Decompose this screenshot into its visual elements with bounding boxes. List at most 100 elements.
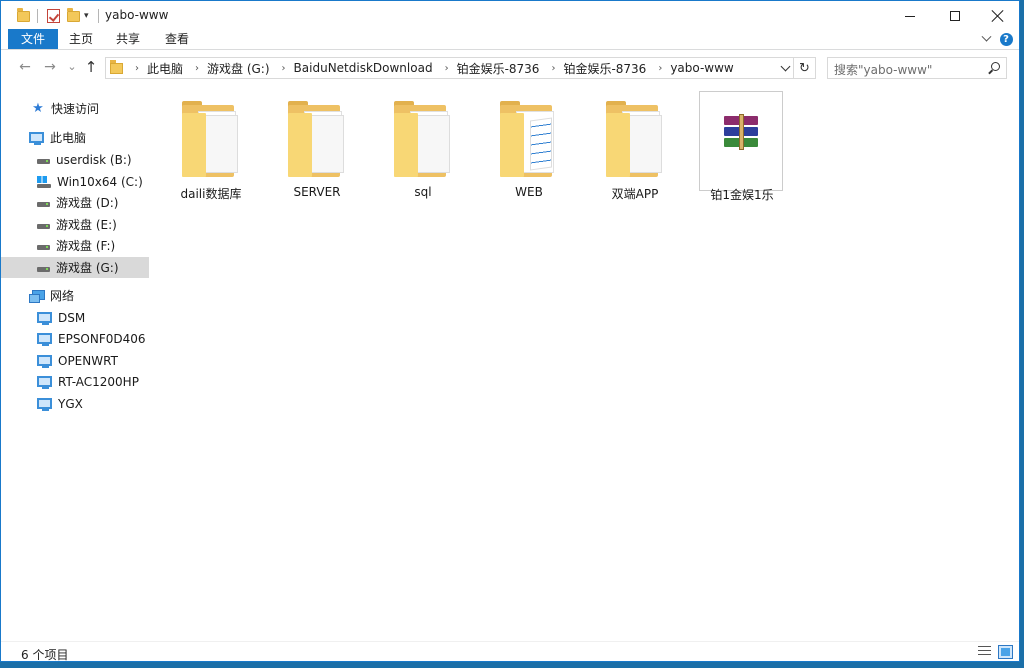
help-button[interactable]: ? bbox=[999, 32, 1013, 46]
chevron-right-icon[interactable]: › bbox=[195, 63, 199, 74]
breadcrumb-this-pc[interactable]: 此电脑 bbox=[147, 60, 183, 77]
back-button[interactable]: ← bbox=[16, 58, 34, 76]
properties-icon[interactable] bbox=[47, 9, 60, 23]
nav-network[interactable]: 网络 bbox=[1, 285, 149, 306]
nav-label: DSM bbox=[58, 310, 86, 325]
nav-drive-c[interactable]: Win10x64 (C:) bbox=[1, 171, 149, 192]
chevron-right-icon[interactable]: › bbox=[445, 63, 449, 74]
refresh-button[interactable]: ↻ bbox=[794, 57, 816, 79]
desktop-background bbox=[1020, 0, 1024, 668]
nav-label: 游戏盘 (E:) bbox=[56, 218, 117, 232]
chevron-down-icon bbox=[981, 31, 991, 42]
nav-network-rt-ac1200hp[interactable]: RT-AC1200HP bbox=[1, 371, 149, 392]
breadcrumb-platinum-1[interactable]: 铂金娱乐-8736 bbox=[457, 60, 540, 77]
maximize-button[interactable] bbox=[932, 1, 977, 31]
window-title: yabo-www bbox=[105, 8, 169, 22]
breadcrumb-baidunetdisk[interactable]: BaiduNetdiskDownload bbox=[294, 61, 433, 75]
file-name: sql bbox=[414, 185, 432, 199]
minimize-button[interactable] bbox=[887, 1, 932, 31]
recent-locations-button[interactable]: ⌄ bbox=[63, 58, 81, 76]
tab-view[interactable]: 查看 bbox=[157, 29, 197, 49]
toolbar-separator bbox=[37, 9, 38, 23]
ribbon-tabs: 文件 主页 共享 查看 ? bbox=[1, 29, 1019, 50]
nav-network-epson[interactable]: EPSONF0D406 bbox=[1, 328, 149, 349]
nav-drive-d[interactable]: 游戏盘 (D:) bbox=[1, 192, 149, 213]
breadcrumb-drive-g[interactable]: 游戏盘 (G:) bbox=[207, 60, 270, 77]
search-icon[interactable] bbox=[991, 62, 1000, 71]
nav-quick-access[interactable]: ★ 快速访问 bbox=[1, 98, 149, 119]
file-tile[interactable]: sql bbox=[381, 91, 465, 199]
nav-drive-b[interactable]: userdisk (B:) bbox=[1, 149, 149, 170]
chevron-right-icon[interactable]: › bbox=[135, 63, 139, 74]
breadcrumb-yabo-www[interactable]: yabo-www bbox=[670, 61, 733, 75]
navigation-row: ← → ⌄ ↑ › 此电脑 › 游戏盘 (G:) › BaiduNetdiskD… bbox=[1, 51, 1019, 85]
nav-label: 游戏盘 (D:) bbox=[56, 196, 119, 210]
title-separator bbox=[98, 9, 99, 23]
nav-this-pc[interactable]: 此电脑 bbox=[1, 127, 149, 148]
computer-icon bbox=[37, 376, 52, 389]
folder-icon bbox=[17, 7, 30, 22]
folder-icon bbox=[606, 101, 664, 179]
expand-ribbon-button[interactable] bbox=[979, 31, 993, 46]
computer-icon bbox=[37, 355, 52, 368]
help-icon: ? bbox=[999, 32, 1013, 46]
drive-icon bbox=[37, 245, 50, 250]
close-icon bbox=[992, 10, 1004, 22]
up-button[interactable]: ↑ bbox=[82, 58, 100, 76]
tab-file[interactable]: 文件 bbox=[8, 29, 58, 49]
nav-label: 网络 bbox=[50, 289, 75, 303]
drive-icon bbox=[37, 267, 50, 272]
file-tile[interactable]: SERVER bbox=[275, 91, 359, 199]
new-folder-icon[interactable] bbox=[67, 7, 80, 22]
nav-drive-f[interactable]: 游戏盘 (F:) bbox=[1, 235, 149, 256]
computer-icon bbox=[37, 398, 52, 411]
tab-share[interactable]: 共享 bbox=[108, 29, 148, 49]
chevron-right-icon[interactable]: › bbox=[551, 63, 555, 74]
nav-label: 快速访问 bbox=[51, 102, 100, 116]
nav-drive-e[interactable]: 游戏盘 (E:) bbox=[1, 214, 149, 235]
folder-icon bbox=[500, 101, 558, 179]
folder-icon bbox=[288, 101, 346, 179]
nav-network-ygx[interactable]: YGX bbox=[1, 393, 149, 414]
address-bar[interactable]: › 此电脑 › 游戏盘 (G:) › BaiduNetdiskDownload … bbox=[105, 57, 794, 79]
folder-icon bbox=[394, 101, 452, 179]
close-button[interactable] bbox=[975, 1, 1019, 31]
windows-drive-icon bbox=[37, 175, 51, 188]
chevron-right-icon[interactable]: › bbox=[282, 63, 286, 74]
rar-archive-icon bbox=[724, 114, 758, 150]
forward-button[interactable]: → bbox=[41, 58, 59, 76]
address-dropdown-icon[interactable] bbox=[780, 61, 791, 72]
file-name: 铂1金娱1乐 bbox=[710, 188, 774, 202]
details-view-icon[interactable] bbox=[978, 646, 991, 658]
nav-drive-g[interactable]: 游戏盘 (G:) bbox=[1, 257, 149, 278]
nav-label: Win10x64 (C:) bbox=[57, 174, 143, 189]
breadcrumb-platinum-2[interactable]: 铂金娱乐-8736 bbox=[563, 60, 646, 77]
status-bar: 6 个项目 bbox=[1, 641, 1019, 661]
large-icons-view-icon[interactable] bbox=[998, 645, 1013, 659]
network-icon bbox=[29, 289, 45, 303]
maximize-icon bbox=[949, 11, 960, 21]
tab-home[interactable]: 主页 bbox=[61, 29, 101, 49]
file-tile[interactable]: WEB bbox=[487, 91, 571, 199]
nav-network-dsm[interactable]: DSM bbox=[1, 307, 149, 328]
nav-label: RT-AC1200HP bbox=[58, 374, 139, 389]
file-tile[interactable]: 铂1金娱1乐 bbox=[699, 91, 783, 202]
nav-label: 游戏盘 (G:) bbox=[56, 261, 119, 275]
file-list: daili数据库 SERVER sql WEB 双端APP 铂1金娱1乐 bbox=[151, 85, 1017, 641]
computer-icon bbox=[29, 132, 44, 145]
nav-label: EPSONF0D406 bbox=[58, 331, 146, 346]
file-name: WEB bbox=[515, 185, 543, 199]
customize-toolbar-icon[interactable]: ▾ bbox=[84, 7, 89, 25]
chevron-right-icon[interactable]: › bbox=[658, 63, 662, 74]
drive-icon bbox=[37, 202, 50, 207]
nav-label: 此电脑 bbox=[50, 131, 87, 145]
drive-icon bbox=[37, 224, 50, 229]
drive-icon bbox=[37, 159, 50, 164]
nav-network-openwrt[interactable]: OPENWRT bbox=[1, 350, 149, 371]
file-name: 双端APP bbox=[611, 187, 659, 201]
folder-icon bbox=[110, 59, 123, 74]
file-tile[interactable]: 双端APP bbox=[593, 91, 677, 201]
nav-label: 游戏盘 (F:) bbox=[56, 239, 116, 253]
file-tile[interactable]: daili数据库 bbox=[169, 91, 253, 201]
search-input[interactable]: 搜索"yabo-www" bbox=[827, 57, 1007, 79]
